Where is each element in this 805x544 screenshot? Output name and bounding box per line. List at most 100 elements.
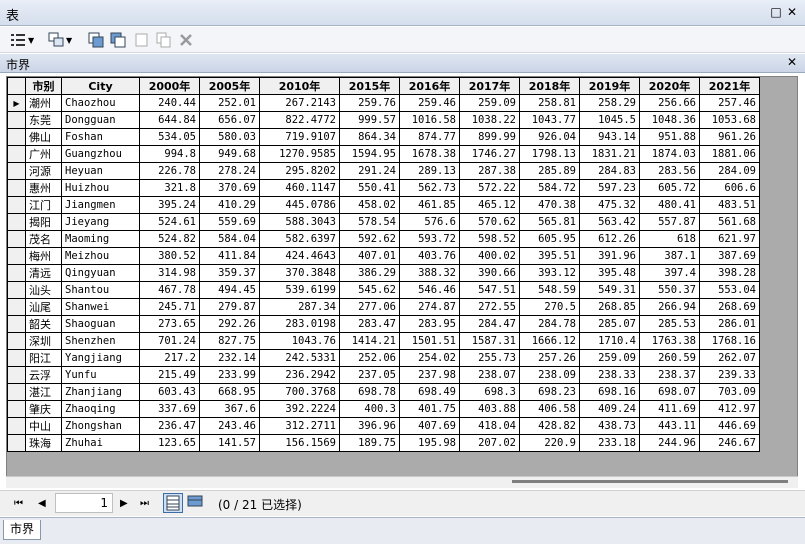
table-cell[interactable]: 565.81 [519,213,580,231]
table-cell[interactable]: 232.14 [199,349,260,367]
table-cell[interactable]: 534.05 [139,128,200,146]
table-cell[interactable]: 惠州 [25,179,62,197]
table-row[interactable]: 江门 Jiangmen 395.24 410.29 445.0786 458.02 461.… [7,196,760,214]
table-cell[interactable]: 259.46 [399,94,460,112]
row-selector[interactable] [7,349,26,367]
table-cell[interactable]: 深圳 [25,332,62,350]
table-cell[interactable]: 1053.68 [699,111,760,129]
table-cell[interactable]: 719.9107 [259,128,340,146]
table-cell[interactable]: 822.4772 [259,111,340,129]
table-cell[interactable]: 580.03 [199,128,260,146]
table-cell[interactable]: 370.3848 [259,264,340,282]
table-cell[interactable]: 195.98 [399,434,460,452]
table-cell[interactable]: 273.65 [139,315,200,333]
table-cell[interactable]: 292.26 [199,315,260,333]
column-header[interactable]: 市别 [25,77,62,95]
table-cell[interactable]: 287.34 [259,298,340,316]
table-cell[interactable]: 226.78 [139,162,200,180]
table-cell[interactable]: 1798.13 [519,145,580,163]
table-row[interactable]: 东莞 Dongguan 644.84 656.07 822.4772 999.57 1016… [7,111,760,129]
table-cell[interactable]: 483.51 [699,196,760,214]
table-cell[interactable]: 215.49 [139,366,200,384]
row-selector[interactable] [7,332,26,350]
table-cell[interactable]: Yangjiang [61,349,140,367]
table-cell[interactable]: 392.2224 [259,400,340,418]
table-cell[interactable]: 268.85 [579,298,640,316]
table-cell[interactable]: 460.1147 [259,179,340,197]
table-row[interactable]: 梅州 Meizhou 380.52 411.84 424.4643 407.01 403.7… [7,247,760,265]
table-cell[interactable]: 肇庆 [25,400,62,418]
table-cell[interactable]: 467.78 [139,281,200,299]
table-cell[interactable]: 465.12 [459,196,520,214]
table-cell[interactable]: 279.87 [199,298,260,316]
table-cell[interactable]: 949.68 [199,145,260,163]
table-cell[interactable]: 458.02 [339,196,400,214]
table-cell[interactable]: 277.06 [339,298,400,316]
table-cell[interactable]: 994.8 [139,145,200,163]
table-row[interactable]: 深圳 Shenzhen 701.24 827.75 1043.76 1414.21 1501… [7,332,760,350]
table-cell[interactable]: 546.46 [399,281,460,299]
table-cell[interactable]: 559.69 [199,213,260,231]
table-cell[interactable]: 407.69 [399,417,460,435]
table-cell[interactable]: 141.57 [199,434,260,452]
table-cell[interactable]: 283.95 [399,315,460,333]
first-record-button[interactable]: ⏮ [14,498,23,509]
table-cell[interactable]: 揭阳 [25,213,62,231]
row-selector[interactable] [7,383,26,401]
table-cell[interactable]: 644.84 [139,111,200,129]
table-cell[interactable]: 400.02 [459,247,520,265]
select-by-attributes-button[interactable] [88,31,104,49]
table-cell[interactable]: 238.09 [519,366,580,384]
table-cell[interactable]: 1043.76 [259,332,340,350]
table-cell[interactable]: 588.3043 [259,213,340,231]
table-cell[interactable]: 395.51 [519,247,580,265]
table-cell[interactable]: 470.38 [519,196,580,214]
table-cell[interactable]: 403.76 [399,247,460,265]
table-cell[interactable]: 258.81 [519,94,580,112]
table-cell[interactable]: 407.01 [339,247,400,265]
table-cell[interactable]: 237.05 [339,366,400,384]
table-cell[interactable]: 412.97 [699,400,760,418]
table-cell[interactable]: 287.38 [459,162,520,180]
table-cell[interactable]: 佛山 [25,128,62,146]
table-cell[interactable]: 926.04 [519,128,580,146]
table-cell[interactable]: 1501.51 [399,332,460,350]
table-cell[interactable]: 999.57 [339,111,400,129]
row-selector[interactable] [7,230,26,248]
table-cell[interactable]: 1768.16 [699,332,760,350]
table-cell[interactable]: 703.09 [699,383,760,401]
table-cell[interactable]: 598.52 [459,230,520,248]
table-cell[interactable]: 238.37 [639,366,700,384]
table-cell[interactable]: 1678.38 [399,145,460,163]
table-cell[interactable]: 河源 [25,162,62,180]
table-cell[interactable]: 367.6 [199,400,260,418]
table-cell[interactable]: 561.68 [699,213,760,231]
table-cell[interactable]: 259.09 [579,349,640,367]
table-cell[interactable]: 1746.27 [459,145,520,163]
switch-selection-button[interactable] [110,31,126,49]
table-cell[interactable]: 597.23 [579,179,640,197]
row-selector[interactable] [7,281,26,299]
table-cell[interactable]: 256.66 [639,94,700,112]
table-cell[interactable]: 698.07 [639,383,700,401]
table-cell[interactable]: 443.11 [639,417,700,435]
record-number-input[interactable]: 1 [55,493,113,513]
table-cell[interactable]: 262.07 [699,349,760,367]
column-header[interactable]: 2015年 [339,77,400,95]
table-cell[interactable]: 618 [639,230,700,248]
scrollbar-thumb[interactable] [512,480,788,483]
table-cell[interactable]: 1270.9585 [259,145,340,163]
table-cell[interactable]: 湛江 [25,383,62,401]
table-cell[interactable]: 283.47 [339,315,400,333]
table-cell[interactable]: 475.32 [579,196,640,214]
table-cell[interactable]: 698.16 [579,383,640,401]
table-cell[interactable]: 359.37 [199,264,260,282]
table-cell[interactable]: 494.45 [199,281,260,299]
table-row[interactable]: 佛山 Foshan 534.05 580.03 719.9107 864.34 874.77… [7,128,760,146]
column-header[interactable]: 2017年 [459,77,520,95]
table-row[interactable]: 阳江 Yangjiang 217.2 232.14 242.5331 252.06 254.… [7,349,760,367]
table-cell[interactable]: 401.75 [399,400,460,418]
table-cell[interactable]: 400.3 [339,400,400,418]
table-cell[interactable]: 557.87 [639,213,700,231]
table-cell[interactable]: 239.33 [699,366,760,384]
